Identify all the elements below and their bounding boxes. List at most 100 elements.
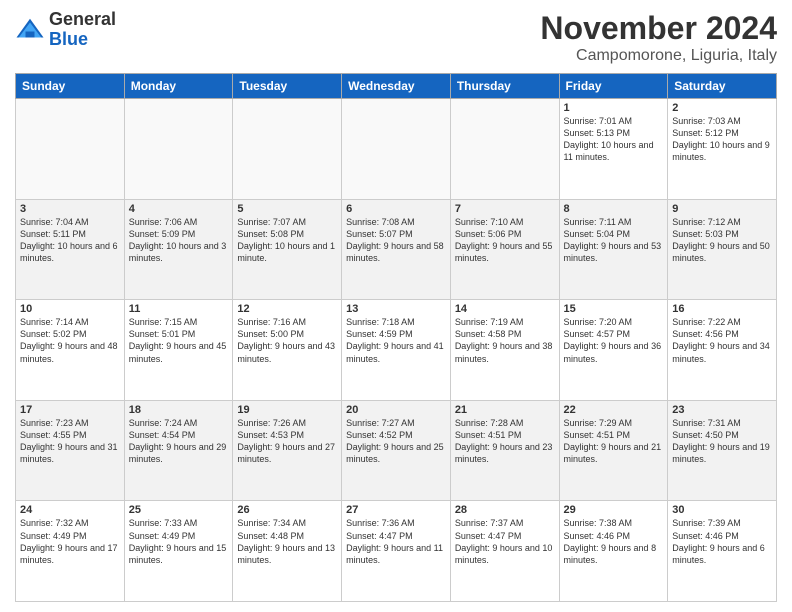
- day-cell: 30Sunrise: 7:39 AMSunset: 4:46 PMDayligh…: [668, 501, 777, 602]
- logo-text: General Blue: [49, 10, 116, 50]
- day-number: 17: [20, 404, 120, 416]
- day-info: Sunrise: 7:08 AMSunset: 5:07 PMDaylight:…: [346, 216, 446, 265]
- page: General Blue November 2024 Campomorone, …: [0, 0, 792, 612]
- day-info: Sunrise: 7:32 AMSunset: 4:49 PMDaylight:…: [20, 517, 120, 566]
- day-cell: [233, 99, 342, 200]
- day-cell: 11Sunrise: 7:15 AMSunset: 5:01 PMDayligh…: [124, 300, 233, 401]
- day-info: Sunrise: 7:04 AMSunset: 5:11 PMDaylight:…: [20, 216, 120, 265]
- location: Campomorone, Liguria, Italy: [540, 47, 777, 65]
- day-cell: [16, 99, 125, 200]
- day-cell: 1Sunrise: 7:01 AMSunset: 5:13 PMDaylight…: [559, 99, 668, 200]
- logo-blue: Blue: [49, 29, 88, 49]
- day-info: Sunrise: 7:20 AMSunset: 4:57 PMDaylight:…: [564, 316, 664, 365]
- day-info: Sunrise: 7:16 AMSunset: 5:00 PMDaylight:…: [237, 316, 337, 365]
- day-cell: 13Sunrise: 7:18 AMSunset: 4:59 PMDayligh…: [342, 300, 451, 401]
- calendar-header-row: Sunday Monday Tuesday Wednesday Thursday…: [16, 74, 777, 99]
- day-number: 3: [20, 203, 120, 215]
- day-cell: 6Sunrise: 7:08 AMSunset: 5:07 PMDaylight…: [342, 199, 451, 300]
- day-info: Sunrise: 7:36 AMSunset: 4:47 PMDaylight:…: [346, 517, 446, 566]
- day-number: 18: [129, 404, 229, 416]
- day-cell: 27Sunrise: 7:36 AMSunset: 4:47 PMDayligh…: [342, 501, 451, 602]
- header-tuesday: Tuesday: [233, 74, 342, 99]
- day-info: Sunrise: 7:01 AMSunset: 5:13 PMDaylight:…: [564, 115, 664, 164]
- day-number: 1: [564, 102, 664, 114]
- day-number: 24: [20, 504, 120, 516]
- day-info: Sunrise: 7:03 AMSunset: 5:12 PMDaylight:…: [672, 115, 772, 164]
- day-number: 13: [346, 303, 446, 315]
- day-number: 21: [455, 404, 555, 416]
- day-info: Sunrise: 7:29 AMSunset: 4:51 PMDaylight:…: [564, 417, 664, 466]
- day-info: Sunrise: 7:14 AMSunset: 5:02 PMDaylight:…: [20, 316, 120, 365]
- day-cell: 23Sunrise: 7:31 AMSunset: 4:50 PMDayligh…: [668, 400, 777, 501]
- day-info: Sunrise: 7:11 AMSunset: 5:04 PMDaylight:…: [564, 216, 664, 265]
- day-number: 27: [346, 504, 446, 516]
- day-cell: 29Sunrise: 7:38 AMSunset: 4:46 PMDayligh…: [559, 501, 668, 602]
- day-number: 15: [564, 303, 664, 315]
- day-cell: [124, 99, 233, 200]
- day-cell: 4Sunrise: 7:06 AMSunset: 5:09 PMDaylight…: [124, 199, 233, 300]
- day-info: Sunrise: 7:31 AMSunset: 4:50 PMDaylight:…: [672, 417, 772, 466]
- day-number: 23: [672, 404, 772, 416]
- day-cell: 5Sunrise: 7:07 AMSunset: 5:08 PMDaylight…: [233, 199, 342, 300]
- day-number: 6: [346, 203, 446, 215]
- day-number: 20: [346, 404, 446, 416]
- day-cell: 12Sunrise: 7:16 AMSunset: 5:00 PMDayligh…: [233, 300, 342, 401]
- day-info: Sunrise: 7:37 AMSunset: 4:47 PMDaylight:…: [455, 517, 555, 566]
- day-cell: [450, 99, 559, 200]
- day-cell: 10Sunrise: 7:14 AMSunset: 5:02 PMDayligh…: [16, 300, 125, 401]
- day-cell: 20Sunrise: 7:27 AMSunset: 4:52 PMDayligh…: [342, 400, 451, 501]
- day-number: 29: [564, 504, 664, 516]
- day-info: Sunrise: 7:27 AMSunset: 4:52 PMDaylight:…: [346, 417, 446, 466]
- day-cell: 7Sunrise: 7:10 AMSunset: 5:06 PMDaylight…: [450, 199, 559, 300]
- day-cell: 21Sunrise: 7:28 AMSunset: 4:51 PMDayligh…: [450, 400, 559, 501]
- day-info: Sunrise: 7:23 AMSunset: 4:55 PMDaylight:…: [20, 417, 120, 466]
- day-info: Sunrise: 7:28 AMSunset: 4:51 PMDaylight:…: [455, 417, 555, 466]
- day-info: Sunrise: 7:15 AMSunset: 5:01 PMDaylight:…: [129, 316, 229, 365]
- header-sunday: Sunday: [16, 74, 125, 99]
- header-monday: Monday: [124, 74, 233, 99]
- day-number: 8: [564, 203, 664, 215]
- header: General Blue November 2024 Campomorone, …: [15, 10, 777, 65]
- day-info: Sunrise: 7:24 AMSunset: 4:54 PMDaylight:…: [129, 417, 229, 466]
- day-cell: 8Sunrise: 7:11 AMSunset: 5:04 PMDaylight…: [559, 199, 668, 300]
- day-number: 22: [564, 404, 664, 416]
- day-cell: 3Sunrise: 7:04 AMSunset: 5:11 PMDaylight…: [16, 199, 125, 300]
- day-cell: 19Sunrise: 7:26 AMSunset: 4:53 PMDayligh…: [233, 400, 342, 501]
- day-number: 14: [455, 303, 555, 315]
- day-cell: 14Sunrise: 7:19 AMSunset: 4:58 PMDayligh…: [450, 300, 559, 401]
- day-number: 28: [455, 504, 555, 516]
- day-info: Sunrise: 7:18 AMSunset: 4:59 PMDaylight:…: [346, 316, 446, 365]
- day-number: 25: [129, 504, 229, 516]
- day-number: 10: [20, 303, 120, 315]
- header-thursday: Thursday: [450, 74, 559, 99]
- day-info: Sunrise: 7:06 AMSunset: 5:09 PMDaylight:…: [129, 216, 229, 265]
- day-number: 19: [237, 404, 337, 416]
- month-title: November 2024: [540, 10, 777, 47]
- logo-general: General: [49, 9, 116, 29]
- day-cell: 16Sunrise: 7:22 AMSunset: 4:56 PMDayligh…: [668, 300, 777, 401]
- week-row-1: 1Sunrise: 7:01 AMSunset: 5:13 PMDaylight…: [16, 99, 777, 200]
- day-info: Sunrise: 7:07 AMSunset: 5:08 PMDaylight:…: [237, 216, 337, 265]
- day-cell: 22Sunrise: 7:29 AMSunset: 4:51 PMDayligh…: [559, 400, 668, 501]
- day-info: Sunrise: 7:22 AMSunset: 4:56 PMDaylight:…: [672, 316, 772, 365]
- day-number: 4: [129, 203, 229, 215]
- day-info: Sunrise: 7:12 AMSunset: 5:03 PMDaylight:…: [672, 216, 772, 265]
- day-number: 11: [129, 303, 229, 315]
- day-cell: 25Sunrise: 7:33 AMSunset: 4:49 PMDayligh…: [124, 501, 233, 602]
- week-row-3: 10Sunrise: 7:14 AMSunset: 5:02 PMDayligh…: [16, 300, 777, 401]
- day-cell: 24Sunrise: 7:32 AMSunset: 4:49 PMDayligh…: [16, 501, 125, 602]
- day-number: 5: [237, 203, 337, 215]
- day-cell: 17Sunrise: 7:23 AMSunset: 4:55 PMDayligh…: [16, 400, 125, 501]
- logo: General Blue: [15, 10, 116, 50]
- day-cell: 28Sunrise: 7:37 AMSunset: 4:47 PMDayligh…: [450, 501, 559, 602]
- day-number: 26: [237, 504, 337, 516]
- day-info: Sunrise: 7:38 AMSunset: 4:46 PMDaylight:…: [564, 517, 664, 566]
- day-info: Sunrise: 7:33 AMSunset: 4:49 PMDaylight:…: [129, 517, 229, 566]
- day-number: 12: [237, 303, 337, 315]
- title-block: November 2024 Campomorone, Liguria, Ital…: [540, 10, 777, 65]
- day-number: 7: [455, 203, 555, 215]
- week-row-5: 24Sunrise: 7:32 AMSunset: 4:49 PMDayligh…: [16, 501, 777, 602]
- day-number: 9: [672, 203, 772, 215]
- day-cell: 2Sunrise: 7:03 AMSunset: 5:12 PMDaylight…: [668, 99, 777, 200]
- day-info: Sunrise: 7:34 AMSunset: 4:48 PMDaylight:…: [237, 517, 337, 566]
